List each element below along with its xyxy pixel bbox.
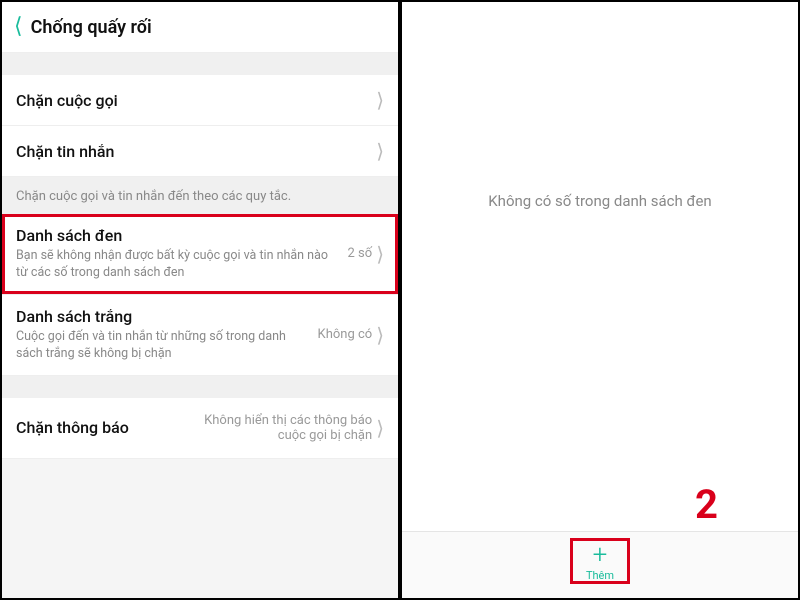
plus-icon: + xyxy=(593,542,608,568)
row-value: Không có xyxy=(318,327,373,342)
row-blacklist[interactable]: Danh sách đen Bạn sẽ không nhận được bất… xyxy=(2,214,398,295)
row-title: Chặn tin nhắn xyxy=(16,142,370,161)
chevron-right-icon: ⟩ xyxy=(376,418,384,438)
row-title: Chặn cuộc gọi xyxy=(16,91,370,110)
chevron-right-icon: ⟩ xyxy=(376,244,384,264)
blacklist-panel-right: Không có số trong danh sách đen 2 + Thêm xyxy=(400,0,800,600)
row-block-calls[interactable]: Chặn cuộc gọi ⟩ xyxy=(2,75,398,126)
row-subtitle: Cuộc gọi đến và tin nhắn từ những số tro… xyxy=(16,329,312,363)
row-value: 2 số xyxy=(348,246,373,261)
chevron-right-icon: ⟩ xyxy=(376,90,384,110)
row-title: Danh sách trắng xyxy=(16,307,312,326)
page-header: ⟨ Chống quấy rối xyxy=(2,2,398,53)
row-block-notify[interactable]: Chặn thông báo Không hiển thị các thông … xyxy=(2,398,398,459)
section-spacer xyxy=(2,53,398,75)
section-label-rules: Chặn cuộc gọi và tin nhắn đến theo các q… xyxy=(2,177,398,214)
row-title: Chặn thông báo xyxy=(16,418,196,437)
settings-panel-left: ⟨ Chống quấy rối Chặn cuộc gọi ⟩ Chặn ti… xyxy=(0,0,400,600)
chevron-right-icon: ⟩ xyxy=(376,141,384,161)
chevron-right-icon: ⟩ xyxy=(376,325,384,345)
row-block-sms[interactable]: Chặn tin nhắn ⟩ xyxy=(2,126,398,177)
bottom-toolbar: + Thêm xyxy=(402,531,798,598)
row-title: Danh sách đen xyxy=(16,226,342,245)
add-button[interactable]: + Thêm xyxy=(570,538,630,584)
empty-state-text: Không có số trong danh sách đen xyxy=(488,192,711,210)
back-icon[interactable]: ⟨ xyxy=(14,16,23,38)
row-subtitle: Bạn sẽ không nhận được bất kỳ cuộc gọi v… xyxy=(16,248,342,282)
add-button-label: Thêm xyxy=(586,569,614,582)
page-title: Chống quấy rối xyxy=(31,17,152,38)
row-value: Không hiển thị các thông báo cuộc gọi bị… xyxy=(202,413,372,443)
section-spacer xyxy=(2,376,398,398)
empty-state: Không có số trong danh sách đen xyxy=(402,2,798,531)
row-whitelist[interactable]: Danh sách trắng Cuộc gọi đến và tin nhắn… xyxy=(2,295,398,376)
